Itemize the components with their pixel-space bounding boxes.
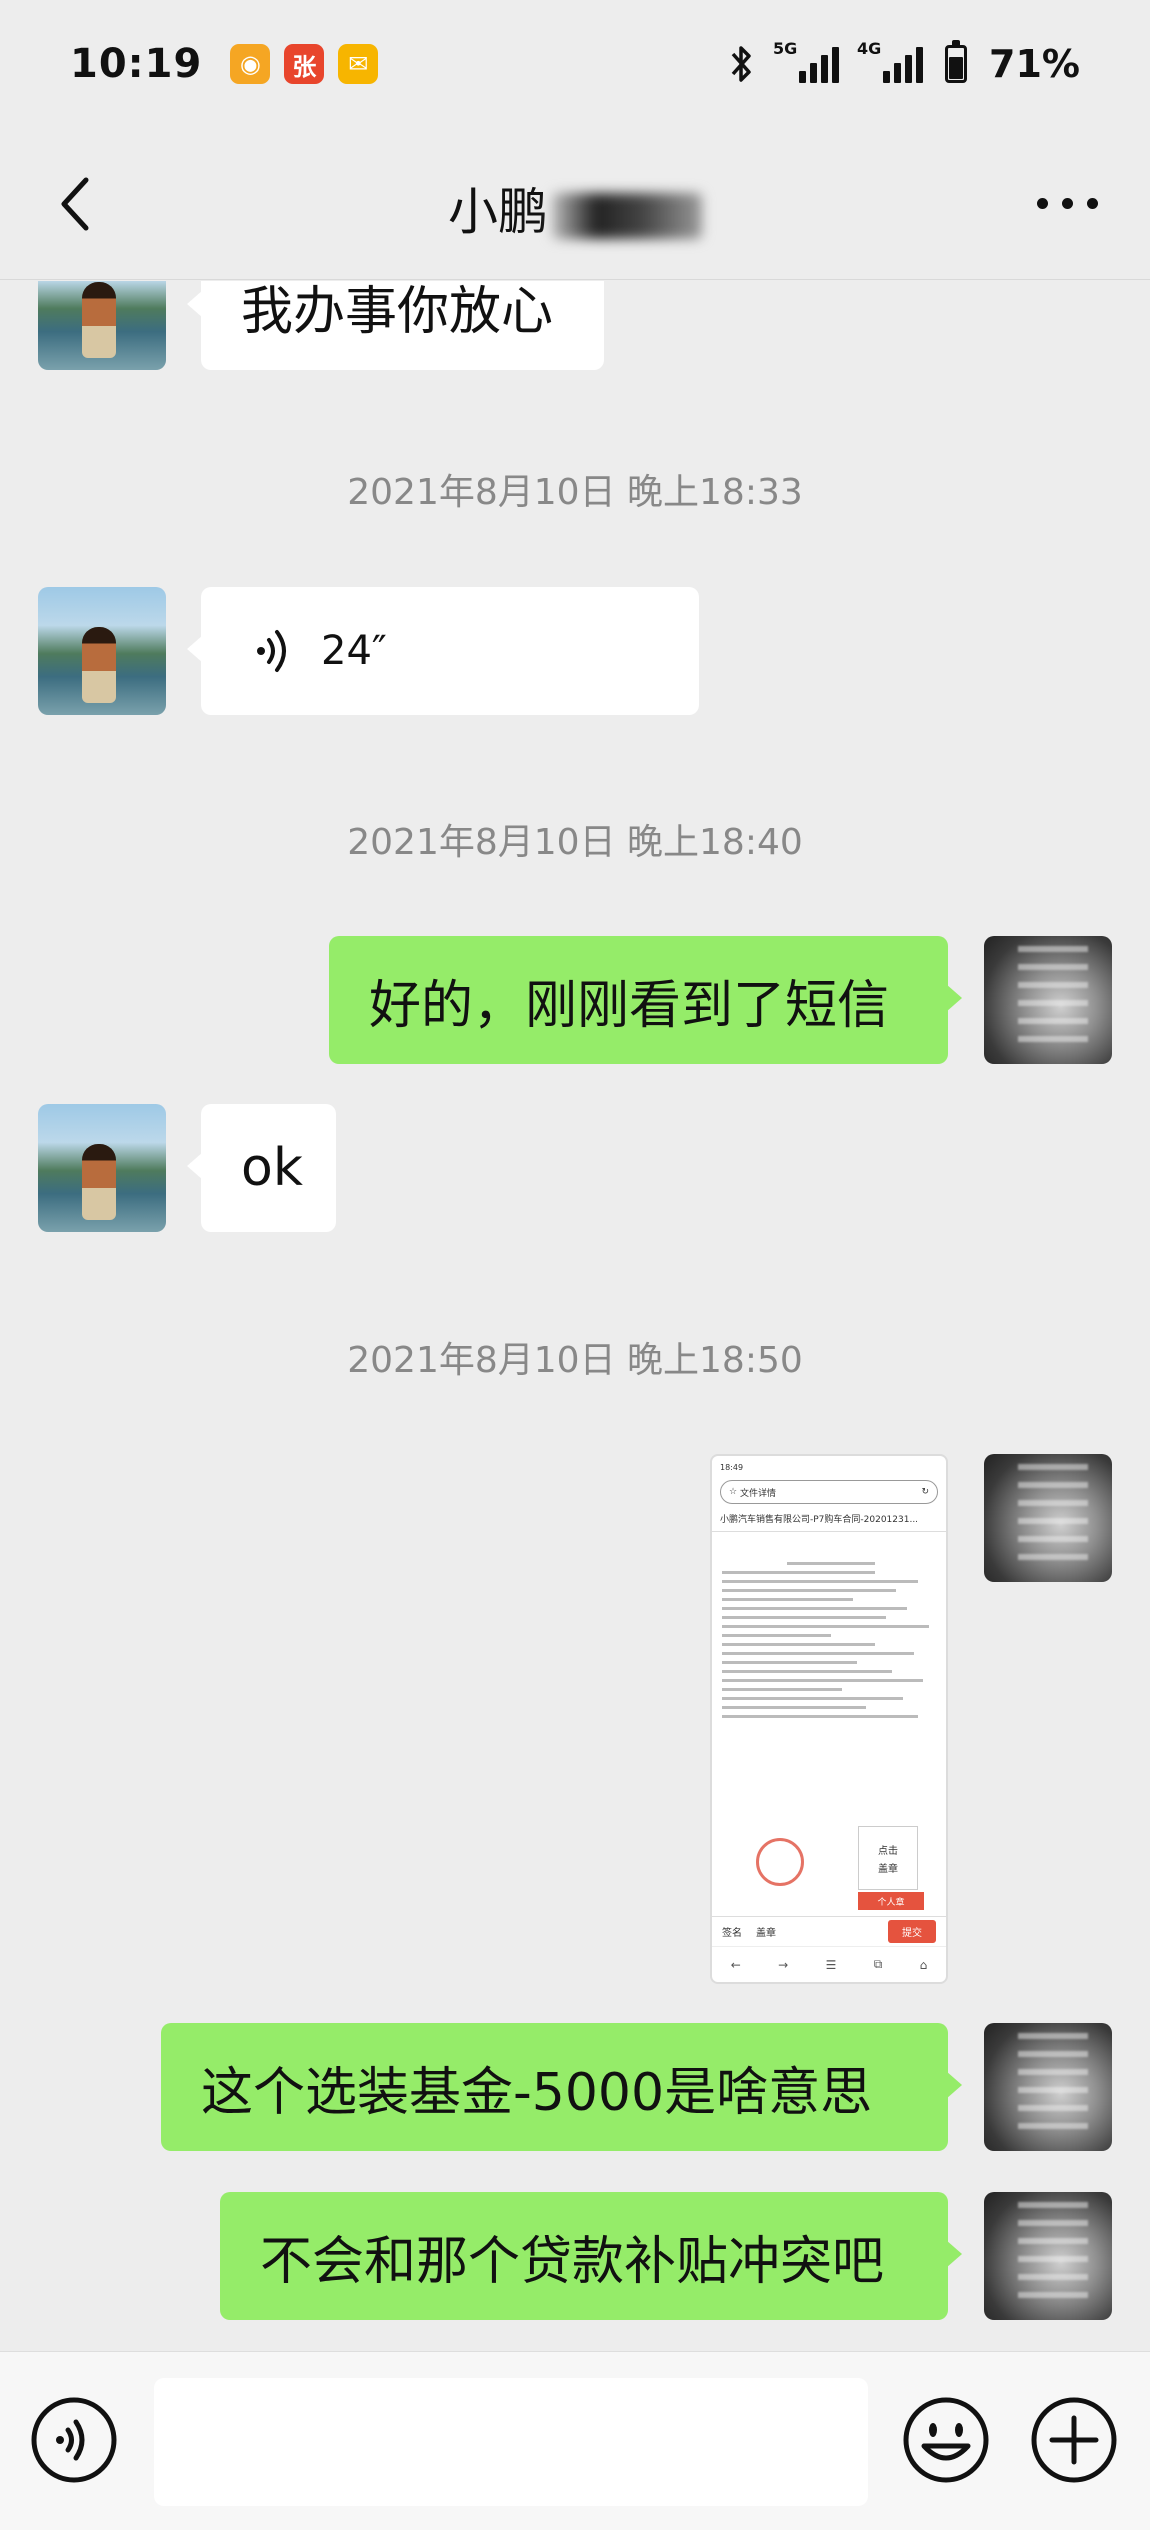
message-input-bar xyxy=(0,2351,1150,2530)
my-avatar[interactable] xyxy=(984,1454,1112,1582)
status-indicators: 5G 4G 71% xyxy=(729,39,1080,86)
screenshot-action-row: 签名 盖章 提交 xyxy=(712,1916,946,1946)
chat-message-list[interactable]: 我办事你放心 2021年8月10日 晚上18:33 24″ 2021年8月10日… xyxy=(0,281,1150,2351)
battery-icon xyxy=(945,40,968,83)
message-bubble-sent[interactable]: 好的，刚刚看到了短信 xyxy=(329,936,962,1064)
add-more-icon[interactable] xyxy=(1030,2396,1118,2484)
more-options-icon[interactable] xyxy=(1037,198,1098,209)
message-timestamp: 2021年8月10日 晚上18:50 xyxy=(347,1340,803,1381)
refresh-icon: ↻ xyxy=(921,1487,929,1497)
image-message[interactable]: 18:49 ☆ 文件详情 ↻ 小鹏汽车销售有限公司-P7购车合同-2020123… xyxy=(710,1454,948,1984)
screenshot-submit-label: 提交 xyxy=(888,1920,936,1943)
chat-header: 小鹏 xyxy=(0,128,1150,280)
signal-5g-icon: 5G xyxy=(773,39,840,83)
status-bar: 10:19 ◉ 张 ✉ 5G 4G 71% xyxy=(0,0,1150,128)
contact-avatar[interactable] xyxy=(38,587,166,715)
voice-input-icon[interactable] xyxy=(30,2396,118,2484)
message-text: ok xyxy=(241,1138,303,1198)
screenshot-personal-seal-tag: 个人章 xyxy=(858,1892,924,1910)
message-bubble-sent[interactable]: 这个选装基金-5000是啥意思 xyxy=(161,2023,962,2151)
screenshot-seal-label: 盖章 xyxy=(756,1928,776,1939)
mail-app-icon: ✉ xyxy=(338,44,379,84)
bluetooth-icon xyxy=(731,46,751,82)
battery-percent: 71% xyxy=(989,42,1080,86)
screenshot-sign-label: 签名 xyxy=(722,1928,742,1939)
screenshot-search-bar: ☆ 文件详情 ↻ xyxy=(720,1480,938,1504)
message-timestamp: 2021年8月10日 晚上18:40 xyxy=(347,822,803,863)
contact-avatar[interactable] xyxy=(38,1104,166,1232)
my-avatar[interactable] xyxy=(984,2023,1112,2151)
emoji-icon[interactable] xyxy=(902,2396,990,2484)
screenshot-status-bar: 18:49 xyxy=(720,1462,744,1472)
message-bubble-received[interactable]: ok xyxy=(187,1104,336,1232)
message-input-field[interactable] xyxy=(154,2378,868,2506)
redacted-name xyxy=(552,192,702,239)
message-bubble-received[interactable]: 我办事你放心 xyxy=(187,281,604,370)
screenshot-browser-nav: ← → ☰ ⧉ ⌂ xyxy=(712,1946,946,1982)
zhang-app-icon: 张 xyxy=(284,44,325,84)
screenshot-doc-title: 小鹏汽车销售有限公司-P7购车合同-20201231... xyxy=(712,1506,946,1532)
message-text: 这个选装基金-5000是啥意思 xyxy=(201,2062,873,2123)
my-avatar[interactable] xyxy=(984,2192,1112,2320)
message-text: 好的，刚刚看到了短信 xyxy=(369,975,890,1036)
voice-message-bubble[interactable]: 24″ xyxy=(187,587,699,715)
voice-duration: 24″ xyxy=(321,628,387,674)
weibo-icon: ◉ xyxy=(230,44,271,84)
message-text: 我办事你放心 xyxy=(241,281,554,342)
signal-4g-icon: 4G xyxy=(857,39,924,83)
voice-wave-icon xyxy=(257,630,286,672)
seal-stamp-icon xyxy=(756,1838,804,1886)
message-text: 不会和那个贷款补贴冲突吧 xyxy=(260,2231,885,2292)
chat-title-text: 小鹏 xyxy=(448,183,548,241)
message-timestamp: 2021年8月10日 晚上18:33 xyxy=(347,472,803,513)
status-app-icons: ◉ 张 ✉ xyxy=(230,44,379,84)
contact-avatar[interactable] xyxy=(38,281,166,370)
star-icon: ☆ xyxy=(729,1487,740,1497)
chat-title: 小鹏 xyxy=(0,172,1150,244)
screenshot-sign-box: 点击 盖章 xyxy=(858,1826,918,1890)
status-time: 10:19 xyxy=(70,41,203,87)
my-avatar[interactable] xyxy=(984,936,1112,1064)
message-bubble-sent[interactable]: 不会和那个贷款补贴冲突吧 xyxy=(220,2192,962,2320)
